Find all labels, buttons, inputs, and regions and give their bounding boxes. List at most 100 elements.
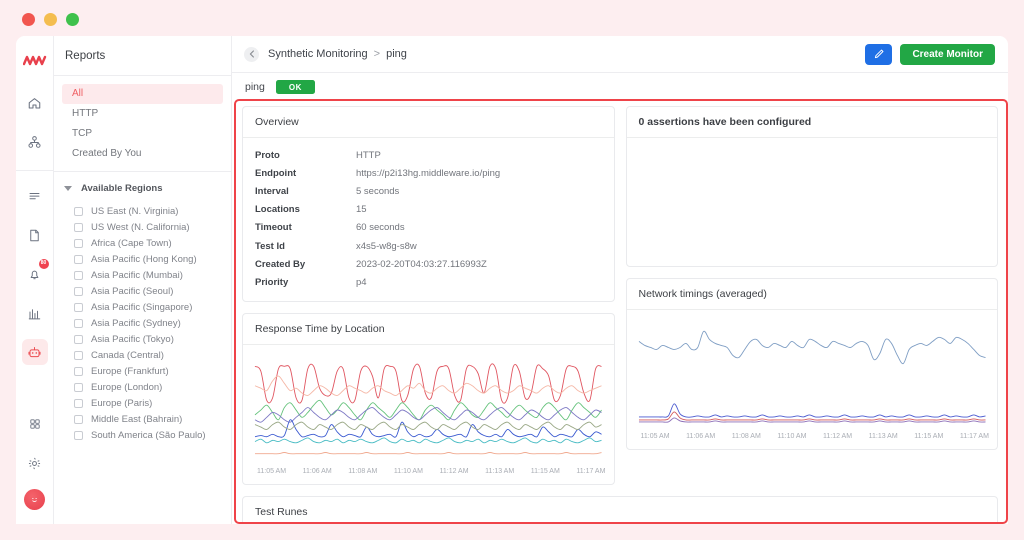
left-column: Overview ProtoHTTP Endpointhttps://p2i13…	[242, 106, 615, 485]
region-item[interactable]: Europe (London)	[54, 379, 231, 395]
chart-series-line	[638, 404, 985, 417]
available-regions-header[interactable]: Available Regions	[54, 172, 231, 200]
region-checkbox[interactable]	[74, 415, 83, 424]
window-maximize-button[interactable]	[66, 13, 79, 26]
chevron-down-icon	[64, 186, 72, 191]
window-traffic-lights	[22, 13, 79, 26]
region-label: South America (São Paulo)	[91, 430, 206, 441]
region-item[interactable]: Asia Pacific (Singapore)	[54, 299, 231, 315]
overview-row: Created By2023-02-20T04:03:27.116993Z	[243, 255, 614, 273]
x-axis-tick: 11:06 AM	[303, 468, 332, 475]
region-item[interactable]: Asia Pacific (Sydney)	[54, 315, 231, 331]
region-item[interactable]: US East (N. Virginia)	[54, 203, 231, 219]
network-timings-chart-body	[627, 310, 998, 432]
region-checkbox[interactable]	[74, 399, 83, 408]
breadcrumb-root[interactable]: Synthetic Monitoring	[268, 48, 368, 60]
region-checkbox[interactable]	[74, 207, 83, 216]
region-checkbox[interactable]	[74, 383, 83, 392]
window-minimize-button[interactable]	[44, 13, 57, 26]
overview-key: Endpoint	[255, 168, 356, 179]
region-label: Asia Pacific (Sydney)	[91, 318, 181, 329]
region-checkbox[interactable]	[74, 431, 83, 440]
region-checkbox[interactable]	[74, 239, 83, 248]
apps-grid-icon[interactable]	[22, 411, 48, 437]
region-item[interactable]: Asia Pacific (Mumbai)	[54, 267, 231, 283]
x-axis-tick: 11:17 AM	[576, 468, 605, 475]
overview-value: 15	[356, 204, 367, 215]
region-label: Africa (Cape Town)	[91, 238, 172, 249]
region-item[interactable]: US West (N. California)	[54, 219, 231, 235]
region-list: US East (N. Virginia) US West (N. Califo…	[54, 200, 231, 443]
region-checkbox[interactable]	[74, 335, 83, 344]
chart-icon[interactable]	[22, 300, 48, 326]
x-axis-tick: 11:10 AM	[777, 433, 806, 440]
filter-item-tcp[interactable]: TCP	[62, 124, 223, 144]
region-checkbox[interactable]	[74, 351, 83, 360]
region-item[interactable]: Asia Pacific (Hong Kong)	[54, 251, 231, 267]
main-panel: Synthetic Monitoring > ping Create Monit…	[232, 36, 1008, 524]
x-axis-tick: 11:10 AM	[394, 468, 423, 475]
document-icon[interactable]	[22, 222, 48, 248]
gear-icon[interactable]	[22, 450, 48, 476]
user-avatar[interactable]	[24, 489, 45, 510]
region-item[interactable]: South America (São Paulo)	[54, 427, 231, 443]
overview-key: Proto	[255, 150, 356, 161]
chart-series-line	[638, 331, 985, 363]
x-axis-tick: 11:15 AM	[531, 468, 560, 475]
bell-badge: 80	[39, 259, 49, 269]
region-checkbox[interactable]	[74, 319, 83, 328]
overview-row: Locations15	[243, 201, 614, 219]
icon-rail: 80	[16, 36, 54, 524]
robot-icon[interactable]	[22, 339, 48, 365]
middleware-logo-icon[interactable]	[22, 50, 48, 72]
region-item[interactable]: Middle East (Bahrain)	[54, 411, 231, 427]
filter-list: All HTTP TCP Created By You	[54, 76, 231, 172]
region-checkbox[interactable]	[74, 287, 83, 296]
overview-key: Priority	[255, 277, 356, 288]
region-checkbox[interactable]	[74, 255, 83, 264]
region-label: US East (N. Virginia)	[91, 206, 178, 217]
home-icon[interactable]	[22, 90, 48, 116]
list-icon[interactable]	[22, 183, 48, 209]
response-time-chart-body	[243, 345, 614, 467]
sidebar-title: Reports	[54, 36, 231, 76]
x-axis-tick: 11:05 AM	[641, 433, 670, 440]
region-item[interactable]: Canada (Central)	[54, 347, 231, 363]
filter-item-all[interactable]: All	[62, 84, 223, 104]
region-label: US West (N. California)	[91, 222, 190, 233]
create-monitor-button[interactable]: Create Monitor	[900, 44, 995, 65]
rail-divider	[16, 170, 53, 171]
region-item[interactable]: Africa (Cape Town)	[54, 235, 231, 251]
right-column: 0 assertions have been configured Networ…	[626, 106, 999, 485]
users-icon[interactable]	[22, 129, 48, 155]
filter-item-created-by-you[interactable]: Created By You	[62, 144, 223, 164]
region-item[interactable]: Asia Pacific (Seoul)	[54, 283, 231, 299]
x-axis-tick: 11:17 AM	[960, 433, 989, 440]
region-item[interactable]: Asia Pacific (Tokyo)	[54, 331, 231, 347]
window-close-button[interactable]	[22, 13, 35, 26]
region-checkbox[interactable]	[74, 271, 83, 280]
overview-key: Interval	[255, 186, 356, 197]
back-button[interactable]	[244, 47, 259, 62]
region-item[interactable]: Europe (Frankfurt)	[54, 363, 231, 379]
network-timings-chart-plot[interactable]	[633, 314, 992, 430]
overview-key: Timeout	[255, 222, 356, 233]
region-checkbox[interactable]	[74, 223, 83, 232]
app-window: 80	[0, 0, 1024, 540]
filter-item-http[interactable]: HTTP	[62, 104, 223, 124]
network-timings-chart-card: Network timings (averaged) 11:05 AM11:06…	[626, 278, 999, 450]
region-checkbox[interactable]	[74, 303, 83, 312]
overview-value: x4s5-w8g-s8w	[356, 241, 417, 252]
assertions-card: 0 assertions have been configured	[626, 106, 999, 267]
breadcrumb-current: ping	[386, 48, 407, 60]
region-item[interactable]: Europe (Paris)	[54, 395, 231, 411]
overview-row: ProtoHTTP	[243, 146, 614, 164]
overview-row: Timeout60 seconds	[243, 219, 614, 237]
edit-monitor-button[interactable]	[865, 44, 892, 65]
network-timings-chart-xaxis: 11:05 AM11:06 AM11:08 AM11:10 AM11:12 AM…	[627, 432, 998, 449]
region-checkbox[interactable]	[74, 367, 83, 376]
reports-sidebar: Reports All HTTP TCP Created By You Avai…	[54, 36, 232, 524]
response-time-chart-plot[interactable]	[249, 349, 608, 465]
x-axis-tick: 11:15 AM	[914, 433, 943, 440]
bell-icon[interactable]: 80	[22, 261, 48, 287]
